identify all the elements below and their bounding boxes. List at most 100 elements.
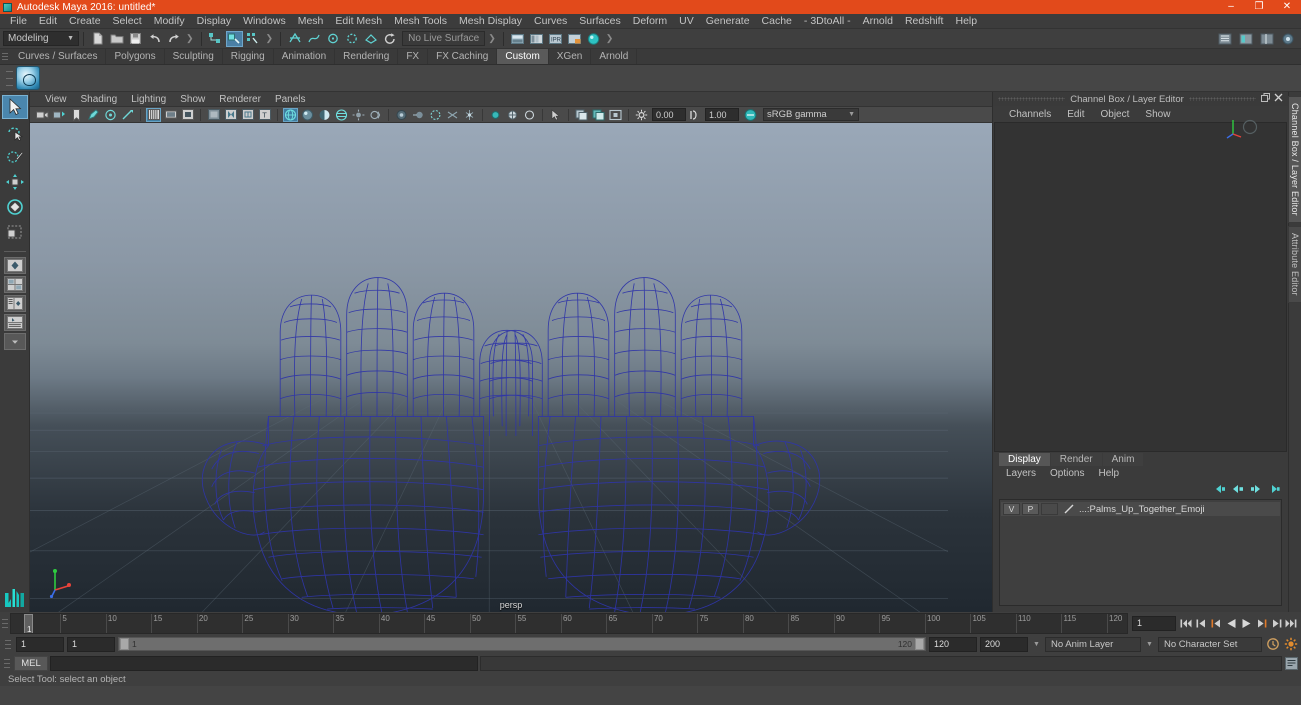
menu-item-generate[interactable]: Generate [700, 14, 756, 29]
xray-joints-icon[interactable] [462, 108, 477, 122]
snap-to-projected-center-icon[interactable] [343, 31, 360, 47]
shadows-icon[interactable] [368, 108, 383, 122]
shelf-tab-fx[interactable]: FX [398, 49, 428, 64]
layer-menu-options[interactable]: Options [1043, 468, 1091, 479]
exposure-field[interactable]: 0.00 [652, 108, 686, 121]
smooth-shade-icon[interactable] [300, 108, 315, 122]
image-plane-icon[interactable] [103, 108, 118, 122]
panel-drag-handle-left[interactable] [998, 97, 1065, 101]
select-by-object-type-icon[interactable] [226, 31, 243, 47]
menu-item-create[interactable]: Create [63, 14, 107, 29]
shelf-grip[interactable] [0, 48, 10, 64]
play-backwards-icon[interactable] [1225, 616, 1237, 630]
layout-persp-outliner[interactable] [4, 295, 26, 312]
chevron-down-icon[interactable]: ▼ [1031, 637, 1042, 652]
range-handle-right[interactable] [915, 638, 924, 650]
menu-item-mesh-tools[interactable]: Mesh Tools [388, 14, 453, 29]
shelf-tab-sculpting[interactable]: Sculpting [165, 49, 223, 64]
time-slider-grip[interactable] [0, 612, 10, 634]
make-live-icon[interactable] [381, 31, 398, 47]
film-gate-icon[interactable] [163, 108, 178, 122]
snap-icon[interactable] [120, 108, 135, 122]
snap-to-view-plane-icon[interactable] [362, 31, 379, 47]
paste-view-icon[interactable] [591, 108, 606, 122]
menu-item-surfaces[interactable]: Surfaces [573, 14, 626, 29]
open-scene-icon[interactable] [108, 31, 125, 47]
channel-box-menu-show[interactable]: Show [1137, 109, 1178, 120]
gamma-icon[interactable] [687, 108, 702, 122]
use-all-lights-icon[interactable] [351, 108, 366, 122]
new-layer-from-selected-icon[interactable] [1232, 484, 1244, 495]
panel-menu-renderer[interactable]: Renderer [212, 92, 268, 107]
panel-menu-panels[interactable]: Panels [268, 92, 313, 107]
undock-icon[interactable] [1261, 93, 1270, 105]
shelf-tab-arnold[interactable]: Arnold [591, 49, 637, 64]
dock-tab-channel-box-layer-editor[interactable]: Channel Box / Layer Editor [1288, 96, 1301, 223]
collapse-mask-group-icon[interactable]: ❯ [263, 33, 277, 44]
safe-title-icon[interactable] [223, 108, 238, 122]
menu-set-selector[interactable]: Modeling ▼ [3, 31, 79, 46]
menu-item-redshift[interactable]: Redshift [899, 14, 950, 29]
shelf-tab-rigging[interactable]: Rigging [223, 49, 274, 64]
script-editor-icon[interactable] [1284, 656, 1299, 671]
range-slider-bar[interactable]: 1 120 [118, 637, 926, 651]
new-layer-icon[interactable] [1214, 484, 1226, 495]
step-back-frame-icon[interactable] [1210, 616, 1222, 630]
move-layer-down-icon[interactable] [1268, 484, 1280, 495]
shelf-tab-rendering[interactable]: Rendering [335, 49, 398, 64]
move-layer-up-icon[interactable] [1250, 484, 1262, 495]
layout-persp-graph[interactable] [4, 314, 26, 331]
step-forward-frame-icon[interactable] [1255, 616, 1267, 630]
command-line-grip[interactable] [2, 652, 12, 674]
layer-visibility-toggle[interactable]: V [1003, 503, 1020, 515]
scale-tool[interactable] [2, 220, 28, 244]
lasso-select-tool[interactable] [2, 120, 28, 144]
layer-menu-layers[interactable]: Layers [999, 468, 1043, 479]
layer-menu-help[interactable]: Help [1091, 468, 1126, 479]
collapse-snap-group-icon[interactable]: ❯ [485, 33, 499, 44]
snap-to-grid-icon[interactable] [286, 31, 303, 47]
range-handle-left[interactable] [120, 638, 129, 650]
film-gate2-icon[interactable] [522, 108, 537, 122]
layout-four-view[interactable] [4, 276, 26, 293]
playback-end-time-field[interactable]: 120 [929, 637, 977, 652]
menu-item-curves[interactable]: Curves [528, 14, 573, 29]
undo-icon[interactable] [146, 31, 163, 47]
layer-tab-render[interactable]: Render [1051, 453, 1102, 466]
menu-item-modify[interactable]: Modify [148, 14, 191, 29]
character-set-select[interactable]: No Character Set [1158, 637, 1262, 652]
panel-menu-shading[interactable]: Shading [74, 92, 125, 107]
menu-item-select[interactable]: Select [107, 14, 148, 29]
select-by-hierarchy-icon[interactable] [207, 31, 224, 47]
select-tool[interactable] [2, 95, 28, 119]
animation-preferences-icon[interactable] [1283, 637, 1298, 652]
outliner-icon[interactable] [1216, 31, 1233, 47]
chevron-down-icon[interactable]: ▼ [1144, 637, 1155, 652]
layer-tab-display[interactable]: Display [999, 453, 1050, 466]
layer-type-toggle[interactable] [1041, 503, 1058, 515]
hands-wireframe-model[interactable] [30, 123, 992, 612]
paint-select-tool[interactable] [2, 145, 28, 169]
menu-item-file[interactable]: File [4, 14, 33, 29]
minimize-button[interactable]: – [1217, 0, 1245, 14]
sphere-tool-icon[interactable] [16, 66, 40, 90]
gate-mask-icon[interactable] [240, 108, 255, 122]
multisample-icon[interactable] [428, 108, 443, 122]
isolate-select-icon[interactable] [488, 108, 503, 122]
attribute-editor-icon[interactable] [1237, 31, 1254, 47]
shelf-tab-animation[interactable]: Animation [274, 49, 335, 64]
collapse-file-group-icon[interactable]: ❯ [183, 33, 197, 44]
playback-start-time-field[interactable]: 1 [67, 637, 115, 652]
copy-view-icon[interactable] [574, 108, 589, 122]
live-surface-field[interactable]: No Live Surface [402, 31, 485, 46]
render-settings-icon[interactable] [566, 31, 583, 47]
menu-item-mesh[interactable]: Mesh [292, 14, 330, 29]
lock-camera-icon[interactable] [52, 108, 67, 122]
frame-view-icon[interactable] [608, 108, 623, 122]
select-by-component-type-icon[interactable] [245, 31, 262, 47]
menu-item-uv[interactable]: UV [673, 14, 700, 29]
collapse-render-group-icon[interactable]: ❯ [603, 33, 617, 44]
menu-item-edit-mesh[interactable]: Edit Mesh [329, 14, 388, 29]
menu-item-edit[interactable]: Edit [33, 14, 63, 29]
menu-item-help[interactable]: Help [949, 14, 983, 29]
